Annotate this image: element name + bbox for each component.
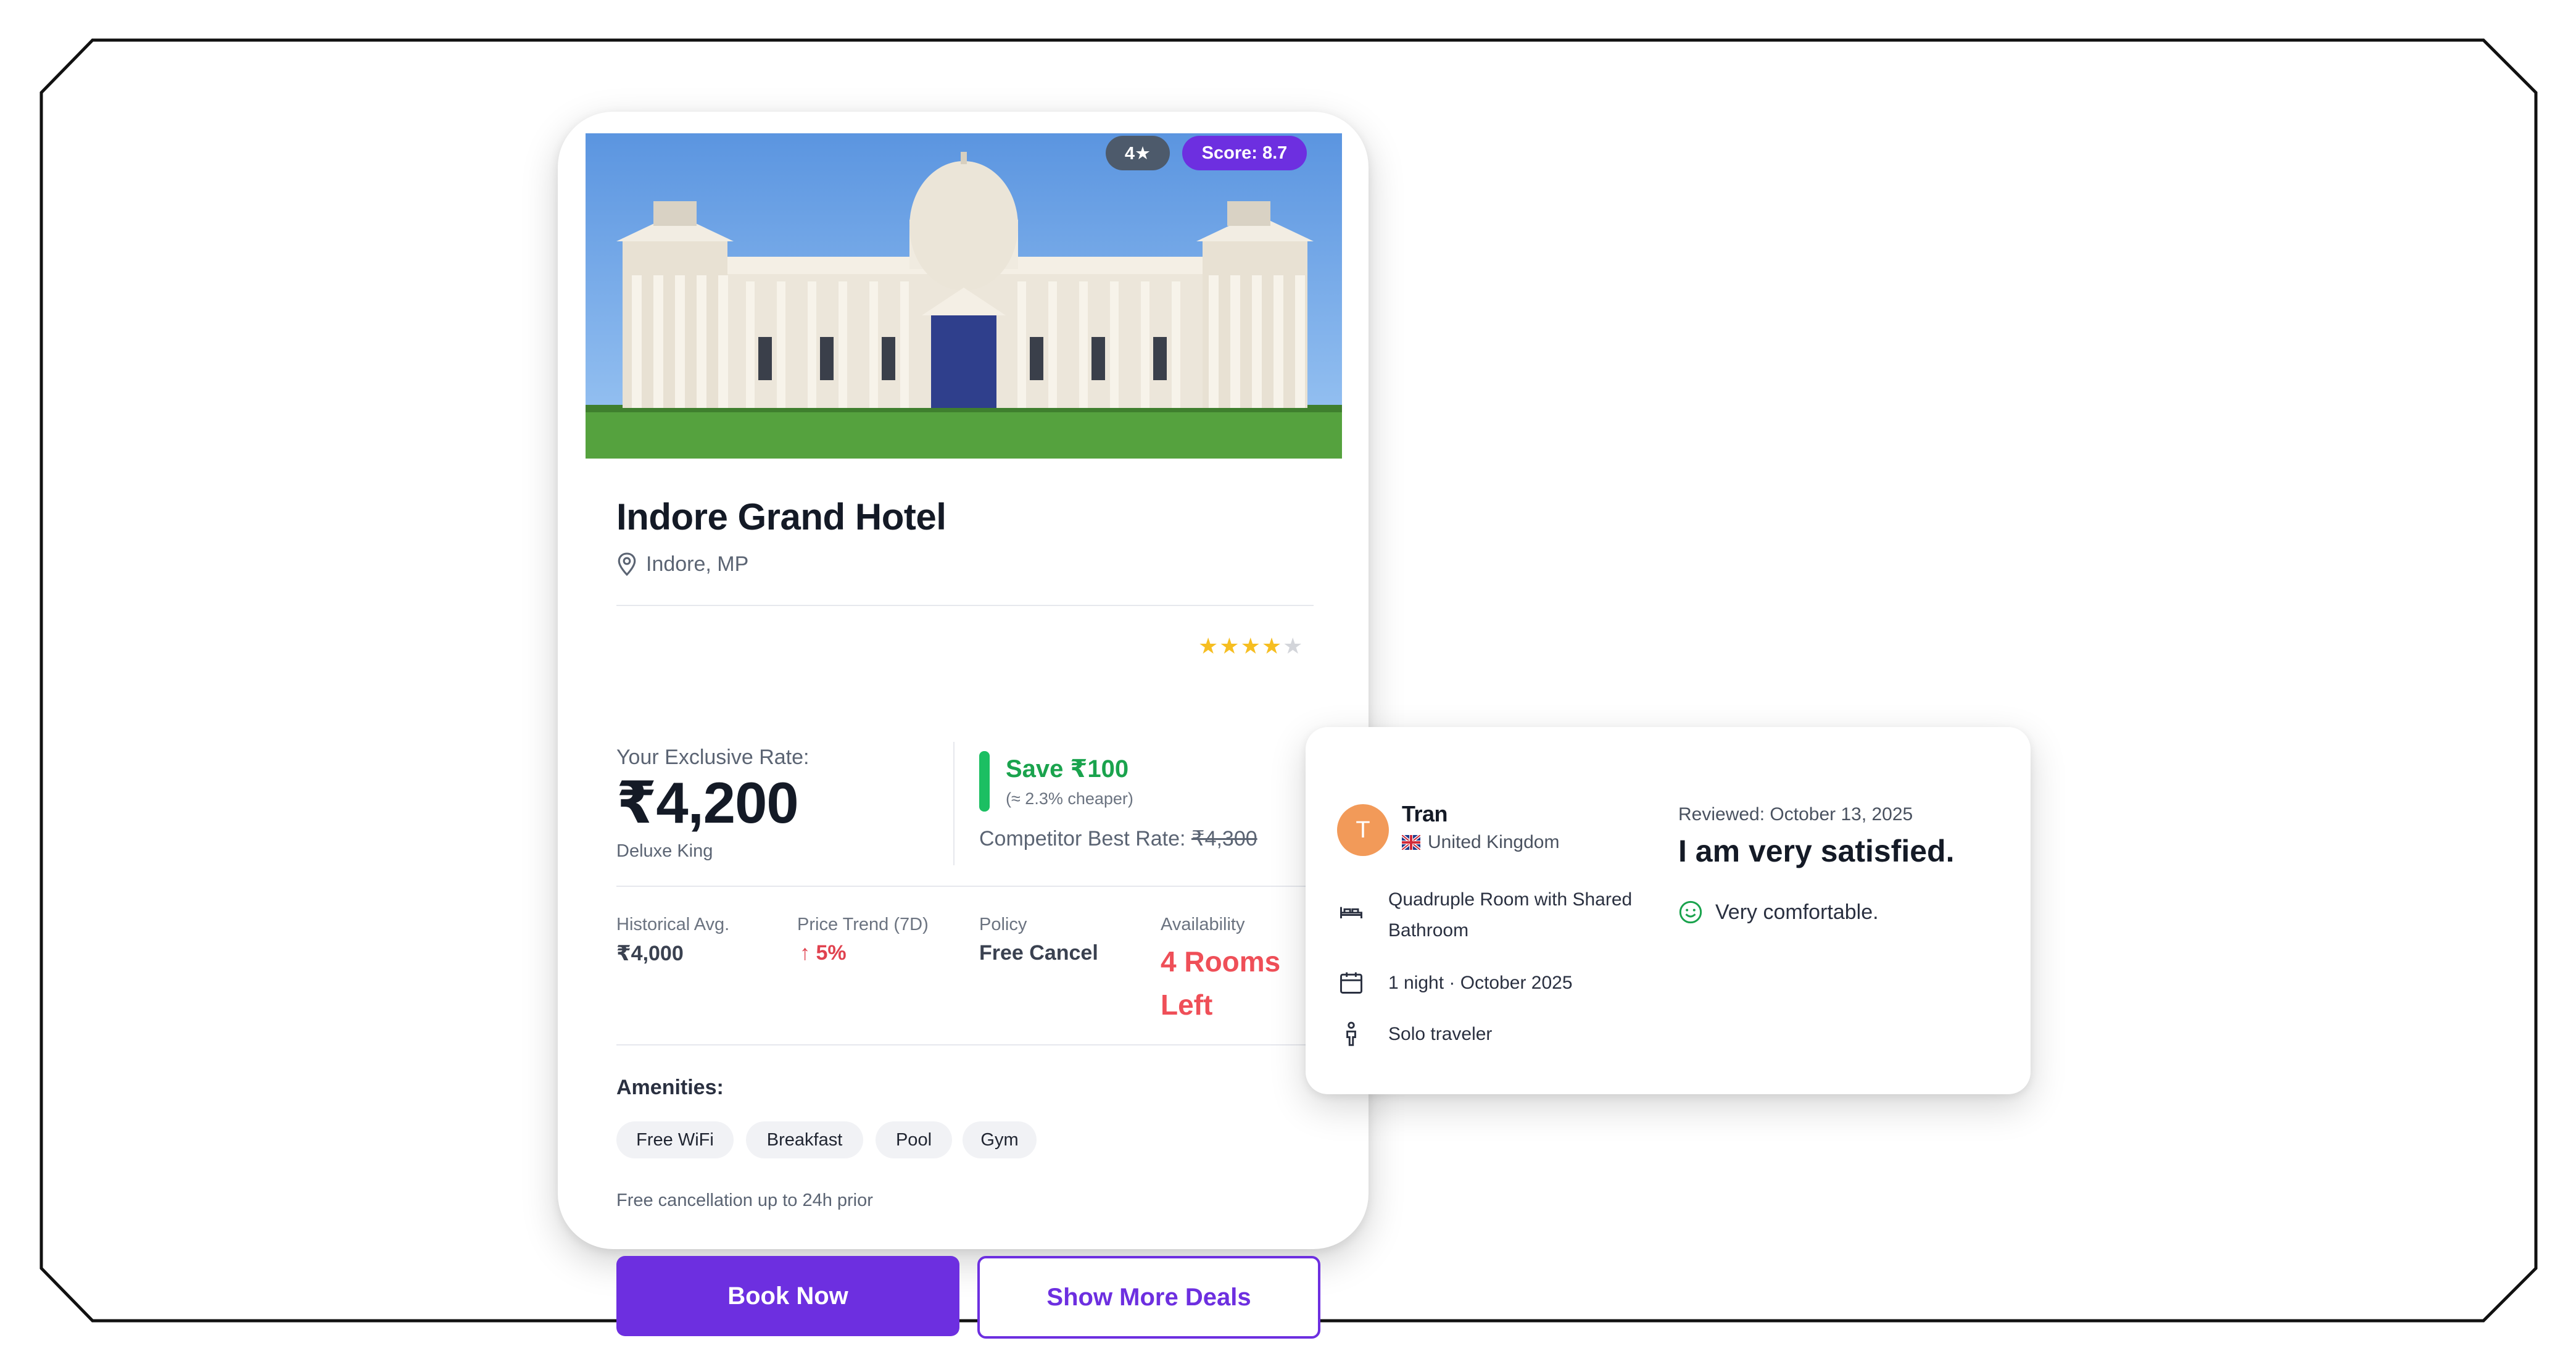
historical-avg-value: ₹4,000 <box>616 942 684 965</box>
savings-amount: Save ₹100 <box>1006 755 1129 783</box>
smile-icon <box>1679 900 1702 924</box>
price: ₹4,200 <box>616 770 799 835</box>
amenity-chip: Breakfast <box>746 1121 863 1158</box>
traveler-type: Solo traveler <box>1388 1024 1493 1044</box>
review-card: T Tran United Kingdom Quadruple Room wit… <box>1306 727 2031 1094</box>
savings-percent: (≈ 2.3% cheaper) <box>1006 789 1133 808</box>
star-empty-icon: ★ <box>1283 633 1303 659</box>
savings-indicator <box>979 751 990 812</box>
review-title: I am very satisfied. <box>1678 834 1955 868</box>
show-more-deals-button[interactable]: Show More Deals <box>977 1256 1320 1339</box>
hotel-photo <box>586 133 1342 459</box>
review-text: Very comfortable. <box>1715 900 1879 924</box>
book-now-button[interactable]: Book Now <box>616 1256 959 1336</box>
hotel-card: 4★ Score: 8.7 Indore Grand Hotel Indore,… <box>558 112 1369 1339</box>
review-body: Very comfortable. <box>1678 900 1879 925</box>
amenities-title: Amenities: <box>616 1076 724 1099</box>
amenity-chip: Gym <box>963 1121 1037 1158</box>
flag-icon <box>1402 835 1420 850</box>
reviewer-name: Tran <box>1402 801 1448 826</box>
score-badge: Score: 8.7 <box>1182 136 1307 170</box>
hotel-location: Indore, MP <box>616 552 748 576</box>
hotel-name: Indore Grand Hotel <box>616 496 946 538</box>
stay-length: 1 night · October 2025 <box>1388 973 1573 993</box>
location-text: Indore, MP <box>646 552 749 576</box>
competitor-rate: Competitor Best Rate: ₹4,300 <box>979 826 1257 851</box>
rate-label: Your Exclusive Rate: <box>616 746 810 769</box>
bed-icon <box>1340 907 1362 918</box>
avatar: T <box>1337 804 1389 856</box>
policy-label: Policy <box>979 915 1027 934</box>
amenity-chip: Pool <box>876 1121 952 1158</box>
vertical-divider <box>953 742 955 865</box>
price-trend-label: Price Trend (7D) <box>797 915 929 934</box>
divider <box>616 886 1314 887</box>
amenity-chip: Free WiFi <box>616 1121 734 1158</box>
competitor-label: Competitor Best Rate: <box>979 827 1186 850</box>
review-date: Reviewed: October 13, 2025 <box>1678 804 1913 825</box>
star-class-badge: 4★ <box>1106 136 1170 170</box>
person-icon <box>1346 1021 1356 1046</box>
star-icon: ★ <box>1240 633 1261 659</box>
calendar-icon <box>1340 972 1362 994</box>
availability-value: 4 Rooms Left <box>1161 945 1281 1021</box>
room-name: Quadruple Room with Shared Bathroom <box>1388 889 1633 941</box>
policy-value: Free Cancel <box>979 941 1098 965</box>
competitor-price: ₹4,300 <box>1191 827 1257 850</box>
star-icon: ★ <box>1198 633 1219 659</box>
divider <box>616 1044 1314 1045</box>
star-icon: ★ <box>1219 633 1240 659</box>
availability-label: Availability <box>1161 915 1245 934</box>
star-rating: ★ ★ ★ ★ ★ <box>1198 635 1304 657</box>
location-pin-icon <box>618 552 636 576</box>
historical-avg-label: Historical Avg. <box>616 915 730 934</box>
star-icon: ★ <box>1261 633 1282 659</box>
room-type: Deluxe King <box>616 841 713 861</box>
price-trend-value: ↑ 5% <box>800 941 847 965</box>
country-text: United Kingdom <box>1428 832 1560 852</box>
cancellation-note: Free cancellation up to 24h prior <box>616 1191 873 1210</box>
reviewer-country: United Kingdom <box>1402 832 1559 853</box>
divider <box>616 605 1314 606</box>
